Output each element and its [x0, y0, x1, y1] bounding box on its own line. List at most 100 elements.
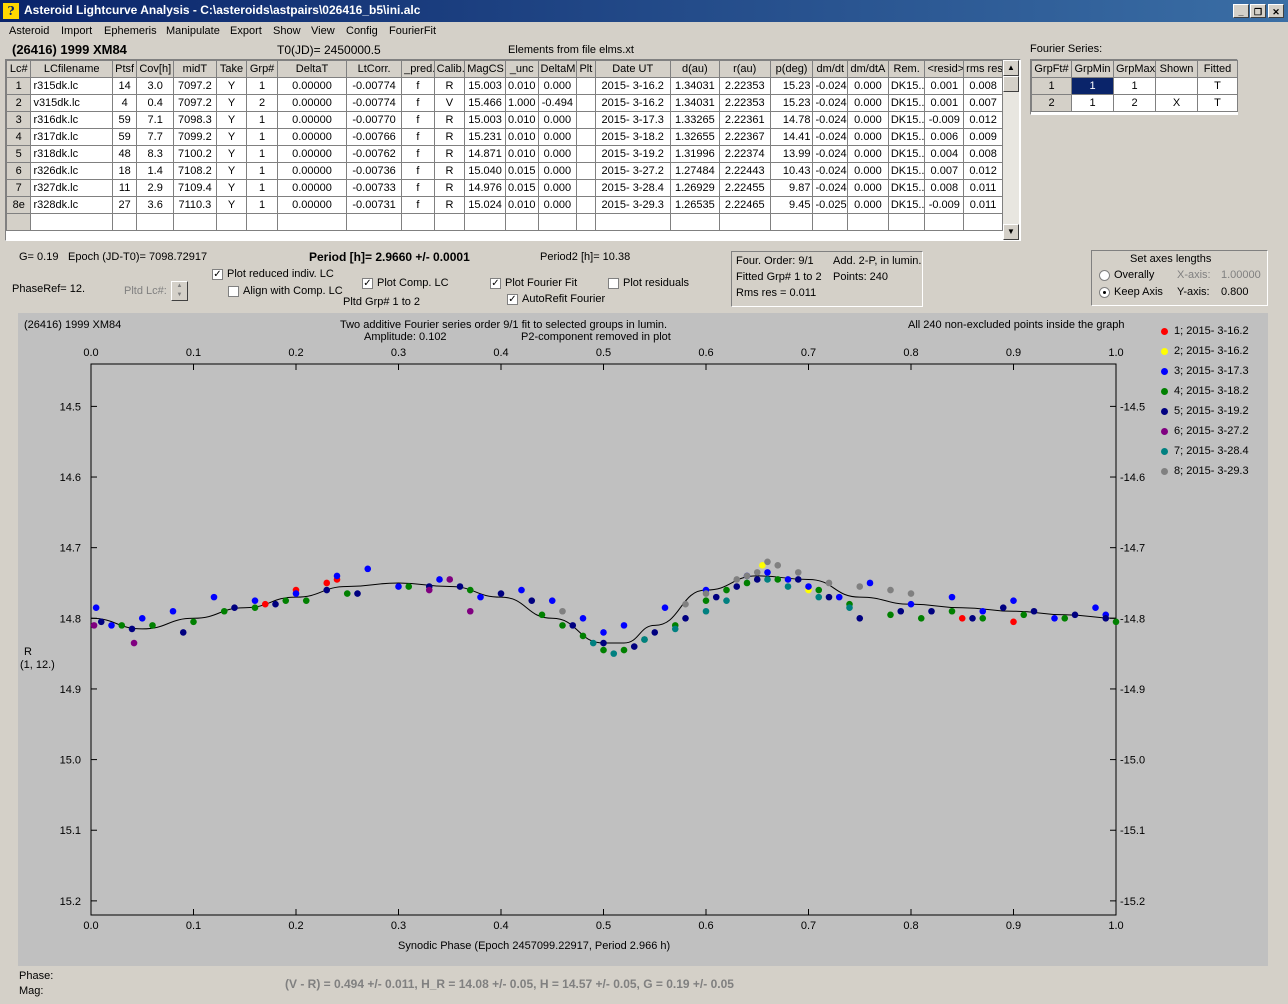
table-cell[interactable]: DK15..	[887, 179, 926, 197]
table-cell[interactable]	[401, 213, 435, 231]
table-cell[interactable]: -0.024	[812, 94, 849, 112]
table-cell[interactable]: 0.004	[924, 145, 965, 163]
table-cell[interactable]: V	[433, 94, 466, 112]
table-cell[interactable]: 2.22455	[718, 179, 771, 197]
row-number[interactable]: 1	[6, 77, 32, 95]
column-header[interactable]: <resid>	[924, 60, 965, 78]
table-cell[interactable]: 3.6	[136, 196, 174, 214]
scroll-up-icon[interactable]: ▲	[1003, 60, 1019, 76]
table-cell[interactable]: 0.010	[504, 77, 539, 95]
table-cell[interactable]: 15.003	[464, 77, 506, 95]
table-cell[interactable]	[1155, 77, 1198, 95]
table-cell[interactable]: 13.99	[769, 145, 814, 163]
table-row[interactable]: 1 r315dk.lc 14 3.0 7097.2 Y 1 0.00000 -0.00774 f R…	[6, 77, 1003, 95]
column-header[interactable]: DeltaM	[537, 60, 578, 78]
column-header[interactable]: Date UT	[594, 60, 671, 78]
table-row[interactable]: 3 r316dk.lc 59 7.1 7098.3 Y 1 0.00000 -0.00770 f R…	[6, 111, 1003, 129]
table-cell[interactable]	[718, 213, 771, 231]
table-cell[interactable]: 0.00000	[276, 179, 348, 197]
table-cell[interactable]: 1.34031	[669, 77, 720, 95]
row-number[interactable]: 1	[1031, 77, 1072, 95]
plot-residuals-checkbox[interactable]: Plot residuals	[608, 277, 689, 289]
table-cell[interactable]: -0.00733	[346, 179, 403, 197]
scroll-down-icon[interactable]: ▼	[1003, 224, 1019, 240]
column-header[interactable]: Cov[h]	[136, 60, 174, 78]
table-cell[interactable]: R	[433, 145, 466, 163]
table-cell[interactable]: 7097.2	[173, 77, 217, 95]
table-cell[interactable]: -0.024	[812, 77, 849, 95]
table-cell[interactable]: R	[433, 77, 466, 95]
table-cell[interactable]	[576, 111, 596, 129]
column-header[interactable]: GrpMin	[1071, 60, 1114, 78]
table-cell[interactable]: r327dk.lc	[30, 179, 113, 197]
table-cell[interactable]: 15.040	[464, 162, 506, 180]
table-cell[interactable]: 4	[111, 94, 138, 112]
table-cell[interactable]	[576, 94, 596, 112]
column-header[interactable]: Grp#	[246, 60, 278, 78]
table-cell[interactable]: 14.976	[464, 179, 506, 197]
menu-ephemeris[interactable]: Ephemeris	[104, 25, 157, 37]
table-cell[interactable]: 0.015	[504, 179, 539, 197]
table-cell[interactable]	[537, 213, 578, 231]
table-cell[interactable]: 18	[111, 162, 138, 180]
table-cell[interactable]: 14.41	[769, 128, 814, 146]
table-cell[interactable]: T	[1197, 77, 1238, 95]
table-cell[interactable]: Y	[215, 94, 248, 112]
table-cell[interactable]: 1	[246, 162, 278, 180]
row-number[interactable]: 6	[6, 162, 32, 180]
table-cell[interactable]: 0.001	[924, 94, 965, 112]
menu-show[interactable]: Show	[273, 25, 301, 37]
menu-config[interactable]: Config	[346, 25, 378, 37]
table-cell[interactable]: 0.00000	[276, 94, 348, 112]
table-row[interactable]: 2 v315dk.lc 4 0.4 7097.2 Y 2 0.00000 -0.00774 f V 1…	[6, 94, 1003, 112]
table-cell[interactable]: 0.000	[537, 179, 578, 197]
table-cell[interactable]: f	[401, 111, 435, 129]
table-cell[interactable]: R	[433, 196, 466, 214]
table-cell[interactable]: Y	[215, 128, 248, 146]
table-cell[interactable]: 11	[111, 179, 138, 197]
table-cell[interactable]: 9.87	[769, 179, 814, 197]
row-number[interactable]: 4	[6, 128, 32, 146]
column-header[interactable]: Fitted	[1197, 60, 1238, 78]
table-cell[interactable]	[576, 196, 596, 214]
row-number[interactable]: 2	[1031, 94, 1072, 112]
table-cell[interactable]: r318dk.lc	[30, 145, 113, 163]
table-cell[interactable]: 0.012	[963, 111, 1003, 129]
program-icon[interactable]: ?	[3, 3, 19, 19]
table-cell[interactable]: 1.4	[136, 162, 174, 180]
table-cell[interactable]: 2015- 3-29.3	[594, 196, 671, 214]
column-header[interactable]: Plt	[576, 60, 596, 78]
table-cell[interactable]: 0.010	[504, 111, 539, 129]
table-cell[interactable]: -0.00731	[346, 196, 403, 214]
table-cell[interactable]: -0.00736	[346, 162, 403, 180]
table-cell[interactable]: 7109.4	[173, 179, 217, 197]
table-cell[interactable]: f	[401, 77, 435, 95]
table-cell[interactable]: 0.00000	[276, 111, 348, 129]
table-cell[interactable]	[504, 213, 539, 231]
table-cell[interactable]	[576, 128, 596, 146]
table-cell[interactable]	[576, 213, 596, 231]
table-cell[interactable]: 1.31996	[669, 145, 720, 163]
table-cell[interactable]: 10.43	[769, 162, 814, 180]
table-cell[interactable]: 0.4	[136, 94, 174, 112]
table-cell[interactable]: 15.003	[464, 111, 506, 129]
table-cell[interactable]: 9.45	[769, 196, 814, 214]
table-cell[interactable]: Y	[215, 196, 248, 214]
table-cell[interactable]	[136, 213, 174, 231]
table-cell[interactable]	[669, 213, 720, 231]
table-cell[interactable]: 7110.3	[173, 196, 217, 214]
table-cell[interactable]: r326dk.lc	[30, 162, 113, 180]
column-header[interactable]: r(au)	[718, 60, 771, 78]
table-cell[interactable]: DK15..	[887, 196, 926, 214]
table-row[interactable]: 7 r327dk.lc 11 2.9 7109.4 Y 1 0.00000 -0.00733 f R…	[6, 179, 1003, 197]
table-cell[interactable]: 0.000	[847, 128, 889, 146]
table-cell[interactable]: 7.7	[136, 128, 174, 146]
table-cell[interactable]: 0.000	[847, 94, 889, 112]
column-header[interactable]: Calib.	[433, 60, 466, 78]
table-cell[interactable]: 2015- 3-28.4	[594, 179, 671, 197]
table-cell[interactable]: 0.00000	[276, 128, 348, 146]
table-cell[interactable]: 1	[1071, 94, 1114, 112]
table-cell[interactable]	[464, 213, 506, 231]
table-cell[interactable]: 0.010	[504, 145, 539, 163]
table-cell[interactable]	[924, 213, 965, 231]
